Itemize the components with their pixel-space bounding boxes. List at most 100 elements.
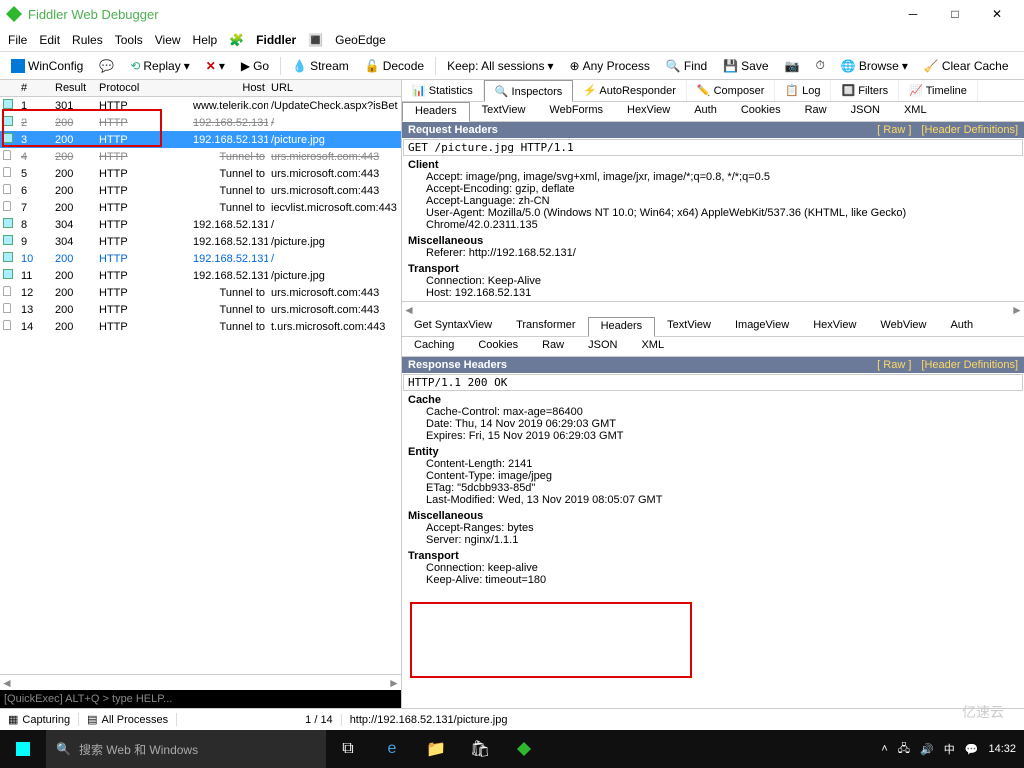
header-item[interactable]: Cache-Control: max-age=86400 <box>408 406 1018 418</box>
resptab-headers[interactable]: Headers <box>588 317 656 337</box>
session-row[interactable]: 6200HTTPTunnel tours.microsoft.com:443 <box>0 182 401 199</box>
close-button[interactable]: ✕ <box>976 0 1018 28</box>
go-button[interactable]: ▶ Go <box>236 57 274 75</box>
resptab-imageview[interactable]: ImageView <box>723 317 801 336</box>
resptab-json[interactable]: JSON <box>576 337 629 356</box>
tray-notifications-icon[interactable]: 💬 <box>965 743 979 756</box>
reqtab-raw[interactable]: Raw <box>793 102 839 121</box>
resptab-xml[interactable]: XML <box>629 337 676 356</box>
header-item[interactable]: Accept-Language: zh-CN <box>408 195 1018 207</box>
tab-composer[interactable]: ✏️ Composer <box>687 80 776 101</box>
remove-button[interactable]: ✕ ▾ <box>201 57 230 75</box>
decode-button[interactable]: 🔓 Decode <box>360 57 429 75</box>
reqtab-json[interactable]: JSON <box>839 102 892 121</box>
tray-time[interactable]: 14:32 <box>988 743 1016 755</box>
quickexec-bar[interactable]: [QuickExec] ALT+Q > type HELP... <box>0 690 401 708</box>
header-item[interactable]: Content-Length: 2141 <box>408 458 1018 470</box>
reqtab-webforms[interactable]: WebForms <box>537 102 615 121</box>
header-item[interactable]: Expires: Fri, 15 Nov 2019 06:29:03 GMT <box>408 430 1018 442</box>
winconfig-button[interactable]: WinConfig <box>6 57 88 75</box>
status-processes[interactable]: ▤ All Processes <box>79 713 177 726</box>
tray-ime-icon[interactable]: 中 <box>944 741 955 757</box>
session-row[interactable]: 14200HTTPTunnel tot.urs.microsoft.com:44… <box>0 318 401 335</box>
resptab-caching[interactable]: Caching <box>402 337 466 356</box>
session-row[interactable]: 8304HTTP192.168.52.131/ <box>0 216 401 233</box>
col-result[interactable]: Result <box>52 82 96 94</box>
col-host[interactable]: Host <box>190 82 268 94</box>
session-row[interactable]: 1301HTTPwww.telerik.com/UpdateCheck.aspx… <box>0 97 401 114</box>
tab-timeline[interactable]: 📈 Timeline <box>899 80 978 101</box>
header-item[interactable]: Host: 192.168.52.131 <box>408 287 1018 299</box>
menu-rules[interactable]: Rules <box>72 33 103 47</box>
session-row[interactable]: 5200HTTPTunnel tours.microsoft.com:443 <box>0 165 401 182</box>
header-item[interactable]: Accept-Ranges: bytes <box>408 522 1018 534</box>
browse-button[interactable]: 🌐 Browse ▾ <box>836 57 913 75</box>
request-raw-link[interactable]: [ Raw ] <box>877 124 911 136</box>
header-item[interactable]: Server: nginx/1.1.1 <box>408 534 1018 546</box>
sessions-hscroll[interactable]: ◄► <box>0 674 401 690</box>
resptab-raw[interactable]: Raw <box>530 337 576 356</box>
replay-button[interactable]: Replay ▾ <box>125 57 194 75</box>
header-item[interactable]: Accept-Encoding: gzip, deflate <box>408 183 1018 195</box>
request-defs-link[interactable]: [Header Definitions] <box>921 124 1018 136</box>
find-button[interactable]: 🔍 Find <box>661 57 712 75</box>
session-row[interactable]: 11200HTTP192.168.52.131/picture.jpg <box>0 267 401 284</box>
session-row[interactable]: 12200HTTPTunnel tours.microsoft.com:443 <box>0 284 401 301</box>
tray-volume-icon[interactable]: 🔊 <box>920 743 934 756</box>
reqtab-textview[interactable]: TextView <box>470 102 538 121</box>
reqtab-xml[interactable]: XML <box>892 102 939 121</box>
resptab-get-syntaxview[interactable]: Get SyntaxView <box>402 317 504 336</box>
col-num[interactable]: # <box>18 82 52 94</box>
tab-autoresponder[interactable]: ⚡ AutoResponder <box>573 80 687 101</box>
header-item[interactable]: Date: Thu, 14 Nov 2019 06:29:03 GMT <box>408 418 1018 430</box>
fiddler-taskbar-icon[interactable] <box>502 730 546 768</box>
taskbar-search[interactable]: 🔍 搜索 Web 和 Windows <box>46 730 326 768</box>
clear-cache-button[interactable]: 🧹 Clear Cache <box>919 57 1014 75</box>
session-row[interactable]: 7200HTTPTunnel toiecvlist.microsoft.com:… <box>0 199 401 216</box>
response-defs-link[interactable]: [Header Definitions] <box>921 359 1018 371</box>
request-hscroll[interactable]: ◄► <box>402 301 1024 317</box>
reqtab-cookies[interactable]: Cookies <box>729 102 793 121</box>
menu-tools[interactable]: Tools <box>115 33 143 47</box>
sessions-list[interactable]: 1301HTTPwww.telerik.com/UpdateCheck.aspx… <box>0 97 401 674</box>
resptab-cookies[interactable]: Cookies <box>466 337 530 356</box>
header-item[interactable]: ETag: "5dcbb933-85d" <box>408 482 1018 494</box>
session-row[interactable]: 3200HTTP192.168.52.131/picture.jpg <box>0 131 401 148</box>
resptab-textview[interactable]: TextView <box>655 317 723 336</box>
menu-file[interactable]: File <box>8 33 27 47</box>
any-process-button[interactable]: ⊕ Any Process <box>565 57 655 75</box>
screenshot-button[interactable]: 📷 <box>780 57 805 75</box>
response-raw-link[interactable]: [ Raw ] <box>877 359 911 371</box>
session-row[interactable]: 13200HTTPTunnel tours.microsoft.com:443 <box>0 301 401 318</box>
session-row[interactable]: 2200HTTP192.168.52.131/ <box>0 114 401 131</box>
header-item[interactable]: Connection: keep-alive <box>408 562 1018 574</box>
menu-geoedge[interactable]: GeoEdge <box>335 33 386 47</box>
save-button[interactable]: 💾 Save <box>718 57 773 75</box>
resptab-webview[interactable]: WebView <box>868 317 938 336</box>
store-icon[interactable]: 🛍 <box>458 730 502 768</box>
session-row[interactable]: 9304HTTP192.168.52.131/picture.jpg <box>0 233 401 250</box>
tray-network-icon[interactable]: 🖧 <box>898 740 910 759</box>
minimize-button[interactable]: ─ <box>892 0 934 28</box>
timer-button[interactable]: ⏱ <box>810 56 829 75</box>
col-protocol[interactable]: Protocol <box>96 82 190 94</box>
menu-help[interactable]: Help <box>193 33 218 47</box>
col-url[interactable]: URL <box>268 82 401 94</box>
tray-up-icon[interactable]: ˄ <box>881 743 887 755</box>
tab-inspectors[interactable]: 🔍 Inspectors <box>484 80 574 102</box>
reqtab-headers[interactable]: Headers <box>402 102 470 122</box>
start-button[interactable] <box>0 742 46 756</box>
keep-sessions-dropdown[interactable]: Keep: All sessions ▾ <box>442 57 558 75</box>
maximize-button[interactable]: □ <box>934 0 976 28</box>
session-row[interactable]: 10200HTTP192.168.52.131/ <box>0 250 401 267</box>
header-item[interactable]: Last-Modified: Wed, 13 Nov 2019 08:05:07… <box>408 494 1018 506</box>
stream-button[interactable]: 💧 Stream <box>287 57 354 75</box>
header-item[interactable]: Connection: Keep-Alive <box>408 275 1018 287</box>
edge-icon[interactable]: e <box>370 730 414 768</box>
session-row[interactable]: 4200HTTPTunnel tours.microsoft.com:443 <box>0 148 401 165</box>
tab-log[interactable]: 📋 Log <box>775 80 831 101</box>
menu-fiddler[interactable]: Fiddler <box>256 33 296 47</box>
header-item[interactable]: Keep-Alive: timeout=180 <box>408 574 1018 586</box>
explorer-icon[interactable]: 📁 <box>414 730 458 768</box>
resptab-auth[interactable]: Auth <box>938 317 985 336</box>
